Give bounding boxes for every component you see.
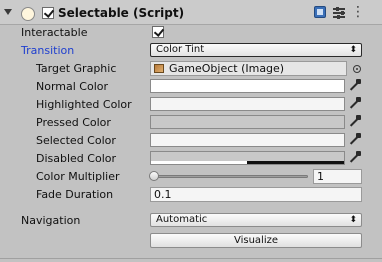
- eyedropper-icon[interactable]: [348, 79, 362, 93]
- alpha-bar-fill: [247, 161, 344, 164]
- preset-icon[interactable]: [333, 6, 347, 20]
- component-enabled-checkbox[interactable]: [42, 7, 54, 19]
- highlighted-color-label: Highlighted Color: [36, 98, 132, 111]
- gear-icon[interactable]: ⋮: [351, 5, 365, 19]
- component-header: Selectable (Script) ⋮: [0, 0, 382, 25]
- eyedropper-icon[interactable]: [348, 151, 362, 165]
- disabled-color-label: Disabled Color: [36, 152, 117, 165]
- color-multiplier-slider-track[interactable]: [152, 175, 308, 178]
- object-picker-icon[interactable]: [353, 65, 361, 73]
- dropdown-arrow-icon: ⬍: [349, 215, 357, 225]
- dropdown-arrow-icon: ⬍: [349, 45, 357, 55]
- navigation-dropdown[interactable]: Automatic ⬍: [150, 213, 362, 227]
- target-graphic-label: Target Graphic: [36, 62, 117, 75]
- color-multiplier-slider-thumb[interactable]: [149, 171, 159, 181]
- interactable-checkbox[interactable]: [152, 26, 164, 38]
- visualize-button[interactable]: Visualize: [150, 233, 362, 248]
- selected-color-label: Selected Color: [36, 134, 116, 147]
- image-component-icon: [154, 64, 164, 73]
- fade-duration-input[interactable]: 0.1: [150, 187, 362, 202]
- transition-label: Transition: [21, 44, 75, 57]
- disabled-color-swatch[interactable]: [150, 151, 345, 165]
- selected-color-swatch[interactable]: [150, 133, 345, 147]
- navigation-label: Navigation: [21, 214, 81, 227]
- component-title: Selectable (Script): [58, 6, 185, 20]
- foldout-arrow-icon[interactable]: [4, 9, 12, 15]
- help-icon[interactable]: [314, 6, 326, 18]
- interactable-label: Interactable: [21, 26, 88, 39]
- navigation-value: Automatic: [156, 214, 208, 225]
- alpha-bar-empty: [151, 161, 247, 164]
- normal-color-swatch[interactable]: [150, 79, 345, 93]
- target-graphic-value: GameObject (Image): [169, 62, 285, 75]
- script-component-icon: [21, 7, 35, 21]
- pressed-color-label: Pressed Color: [36, 116, 111, 129]
- color-multiplier-input[interactable]: 1: [313, 169, 362, 184]
- transition-dropdown[interactable]: Color Tint ⬍: [150, 43, 362, 57]
- target-graphic-field[interactable]: GameObject (Image): [150, 61, 347, 76]
- eyedropper-icon[interactable]: [348, 97, 362, 111]
- normal-color-label: Normal Color: [36, 80, 109, 93]
- transition-value: Color Tint: [156, 44, 205, 55]
- eyedropper-icon[interactable]: [348, 133, 362, 147]
- pressed-color-swatch[interactable]: [150, 115, 345, 129]
- highlighted-color-swatch[interactable]: [150, 97, 345, 111]
- color-multiplier-label: Color Multiplier: [36, 170, 120, 183]
- fade-duration-label: Fade Duration: [36, 188, 114, 201]
- eyedropper-icon[interactable]: [348, 115, 362, 129]
- section-divider: [0, 258, 382, 259]
